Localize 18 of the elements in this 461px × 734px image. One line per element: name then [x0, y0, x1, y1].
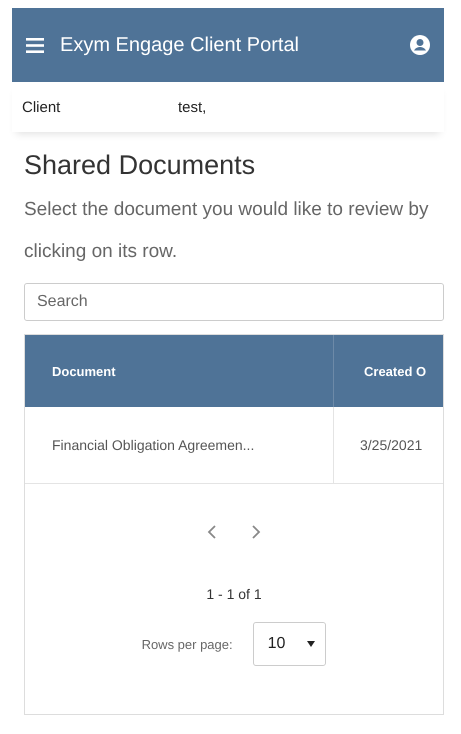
- client-label: Client: [22, 98, 62, 116]
- page-description: Select the document you would like to review by clicking on its row.: [24, 198, 430, 264]
- app-title: Exym Engage Client Portal: [60, 34, 300, 56]
- next-page-icon[interactable]: [251, 524, 261, 540]
- menu-icon[interactable]: [26, 38, 44, 52]
- table-cell: Financial Obligation Agreemen...: [25, 407, 334, 483]
- search-field[interactable]: Search: [24, 283, 444, 321]
- dropdown-icon: [307, 641, 316, 647]
- column-header[interactable]: Created O: [334, 335, 443, 407]
- account-icon[interactable]: [410, 35, 430, 55]
- page-title: Shared Documents: [24, 150, 256, 181]
- page-range: 1 - 1 of 1: [206, 586, 262, 602]
- column-header[interactable]: Document: [25, 335, 334, 407]
- table-cell: 3/25/2021: [334, 407, 443, 483]
- rows-per-page-select[interactable]: 10: [252, 622, 326, 666]
- client-name: test,: [178, 98, 206, 116]
- rows-per-page-label: Rows per page:: [142, 636, 233, 652]
- previous-page-icon[interactable]: [207, 524, 217, 540]
